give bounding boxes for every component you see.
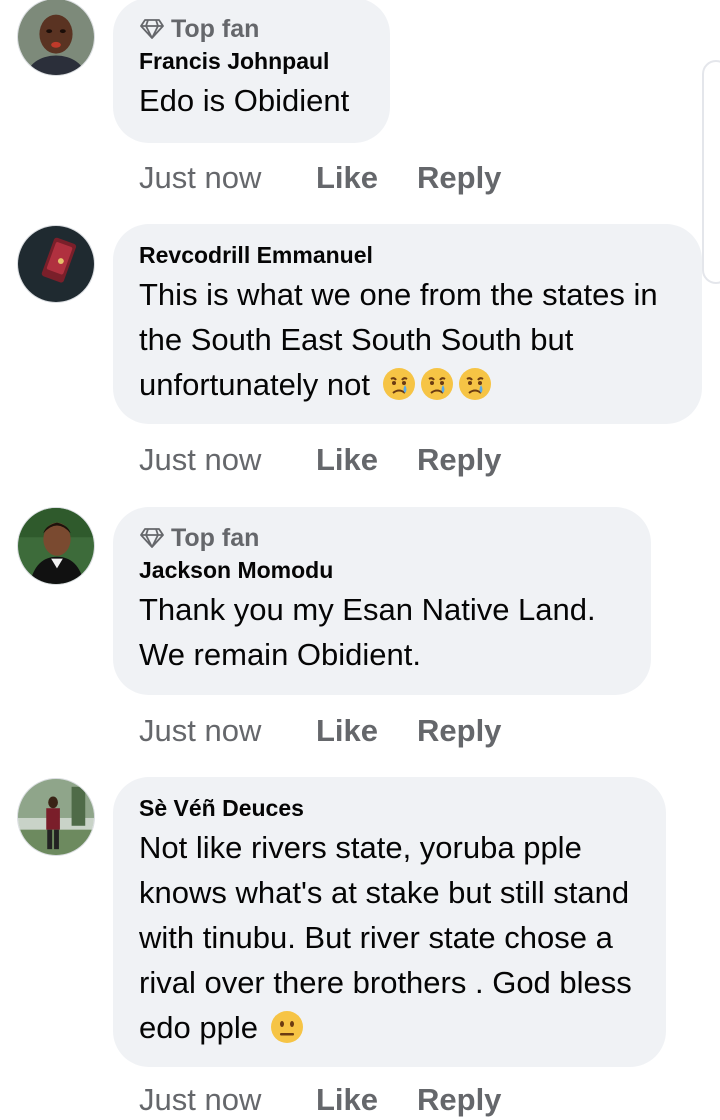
comment-text: This is what we one from the states in t… bbox=[139, 272, 676, 407]
comment-bubble: Sè Véñ Deuces Not like rivers state, yor… bbox=[113, 777, 666, 1067]
reply-button[interactable]: Reply bbox=[417, 713, 501, 749]
badge-label: Top fan bbox=[171, 14, 260, 43]
like-button[interactable]: Like bbox=[316, 160, 417, 196]
comment-bubble: Revcodrill Emmanuel This is what we one … bbox=[113, 224, 702, 424]
avatar-photo bbox=[18, 226, 94, 302]
timestamp[interactable]: Just now bbox=[139, 1082, 316, 1118]
like-button[interactable]: Like bbox=[316, 1082, 417, 1118]
comment-bubble: Top fan Jackson Momodu Thank you my Esan… bbox=[113, 507, 651, 695]
timestamp[interactable]: Just now bbox=[139, 442, 316, 478]
comment-actions: Just now Like Reply bbox=[139, 158, 501, 198]
crying-face-emoji bbox=[458, 368, 491, 400]
comment-actions: Just now Like Reply bbox=[139, 711, 501, 751]
avatar-photo bbox=[18, 779, 94, 855]
comment-text: Not like rivers state, yoruba pple knows… bbox=[139, 825, 640, 1050]
reply-button[interactable]: Reply bbox=[417, 442, 501, 478]
diamond-icon bbox=[140, 528, 164, 548]
timestamp[interactable]: Just now bbox=[139, 713, 316, 749]
comment-text-body: Not like rivers state, yoruba pple knows… bbox=[139, 830, 632, 1045]
reply-button[interactable]: Reply bbox=[417, 160, 501, 196]
badge-label: Top fan bbox=[171, 523, 260, 552]
top-fan-badge: Top fan bbox=[139, 523, 625, 553]
comment-text: Thank you my Esan Native Land. We remain… bbox=[139, 592, 596, 672]
avatar[interactable] bbox=[17, 0, 95, 76]
comment-text: Edo is Obidient bbox=[139, 83, 350, 118]
top-fan-badge: Top fan bbox=[139, 14, 364, 44]
avatar[interactable] bbox=[17, 225, 95, 303]
author-name[interactable]: Jackson Momodu bbox=[139, 555, 625, 585]
author-name[interactable]: Sè Véñ Deuces bbox=[139, 793, 640, 823]
timestamp[interactable]: Just now bbox=[139, 160, 316, 196]
avatar-photo bbox=[18, 0, 94, 75]
reply-button[interactable]: Reply bbox=[417, 1082, 501, 1118]
side-panel-edge bbox=[702, 60, 720, 284]
author-name[interactable]: Revcodrill Emmanuel bbox=[139, 240, 676, 270]
like-button[interactable]: Like bbox=[316, 442, 417, 478]
author-name[interactable]: Francis Johnpaul bbox=[139, 46, 364, 76]
diamond-icon bbox=[140, 19, 164, 39]
crying-face-emoji bbox=[382, 368, 415, 400]
comment-actions: Just now Like Reply bbox=[139, 440, 501, 480]
like-button[interactable]: Like bbox=[316, 713, 417, 749]
comment-bubble: Top fan Francis Johnpaul Edo is Obidient bbox=[113, 0, 390, 143]
avatar-photo bbox=[18, 508, 94, 584]
avatar[interactable] bbox=[17, 507, 95, 585]
avatar[interactable] bbox=[17, 778, 95, 856]
crying-face-emoji bbox=[420, 368, 453, 400]
neutral-face-emoji bbox=[270, 1011, 303, 1043]
comment-actions: Just now Like Reply bbox=[139, 1080, 501, 1120]
